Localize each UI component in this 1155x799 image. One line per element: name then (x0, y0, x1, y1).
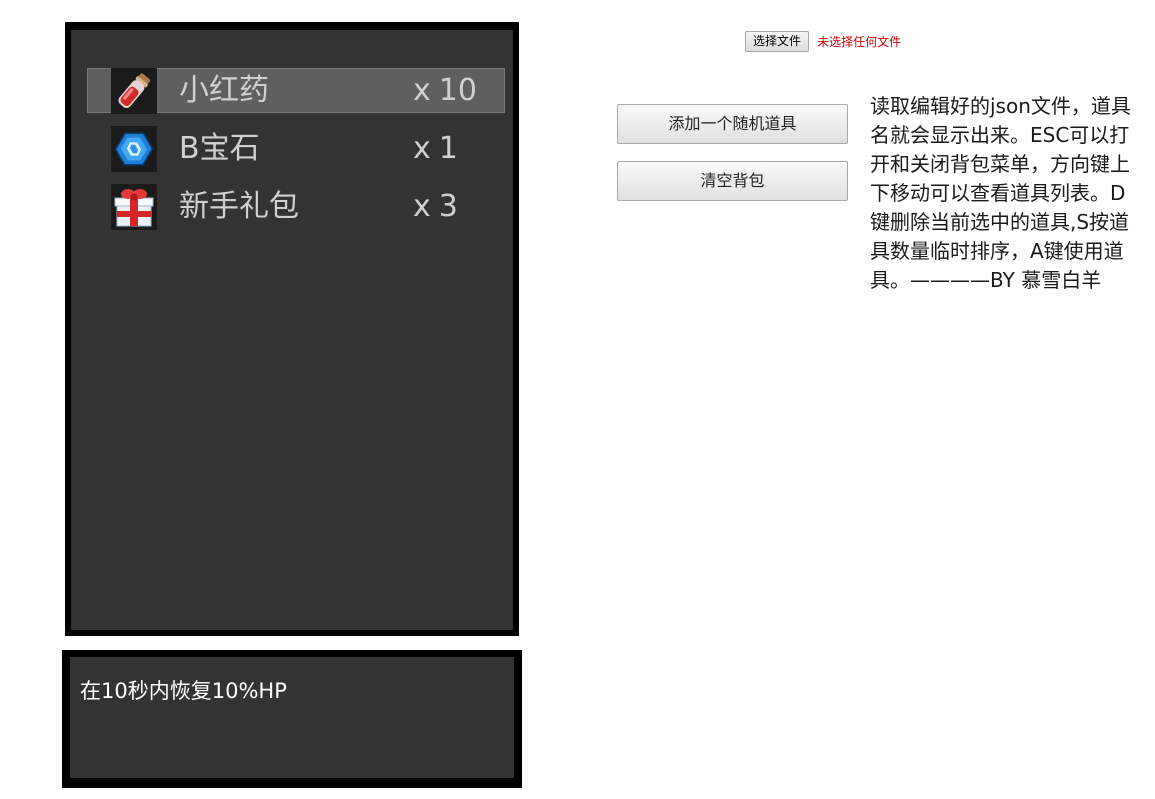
instructions-text: 读取编辑好的json文件，道具名就会显示出来。ESC可以打开和关闭背包菜单，方向… (870, 94, 1131, 292)
item-name: 小红药 (179, 73, 269, 108)
inventory-item-row[interactable]: B宝石 x1 (83, 126, 501, 184)
item-quantity: x 10 (413, 73, 477, 108)
item-quantity: x3 (413, 189, 458, 224)
item-description-text: 在10秒内恢复10%HP (80, 679, 287, 703)
clear-bag-button[interactable]: 清空背包 (617, 161, 848, 201)
gift-box-icon (111, 184, 157, 230)
red-potion-icon (111, 68, 157, 114)
add-random-item-button[interactable]: 添加一个随机道具 (617, 104, 848, 144)
inventory-panel: 小红药 x 10 B宝石 x1 新手礼包 x 3 (65, 22, 519, 636)
item-description-panel: 在10秒内恢复10%HP (62, 650, 522, 788)
item-quantity: x1 (413, 131, 458, 166)
choose-file-button[interactable]: 选择文件 (745, 31, 810, 52)
inventory-item-row[interactable]: 新手礼包 x3 (83, 184, 501, 242)
item-list: 小红药 x 10 B宝石 x1 新手礼包 x 3 (83, 68, 505, 242)
item-name: 新手礼包 (179, 189, 299, 224)
blue-gem-icon (111, 126, 157, 172)
item-name: B宝石 (179, 131, 260, 166)
file-status-text: 未选择任何文件 (817, 35, 902, 49)
file-chooser: 选择文件 未选择任何文件 (745, 31, 901, 53)
inventory-item-row[interactable]: 小红药 x 10 (83, 68, 505, 126)
